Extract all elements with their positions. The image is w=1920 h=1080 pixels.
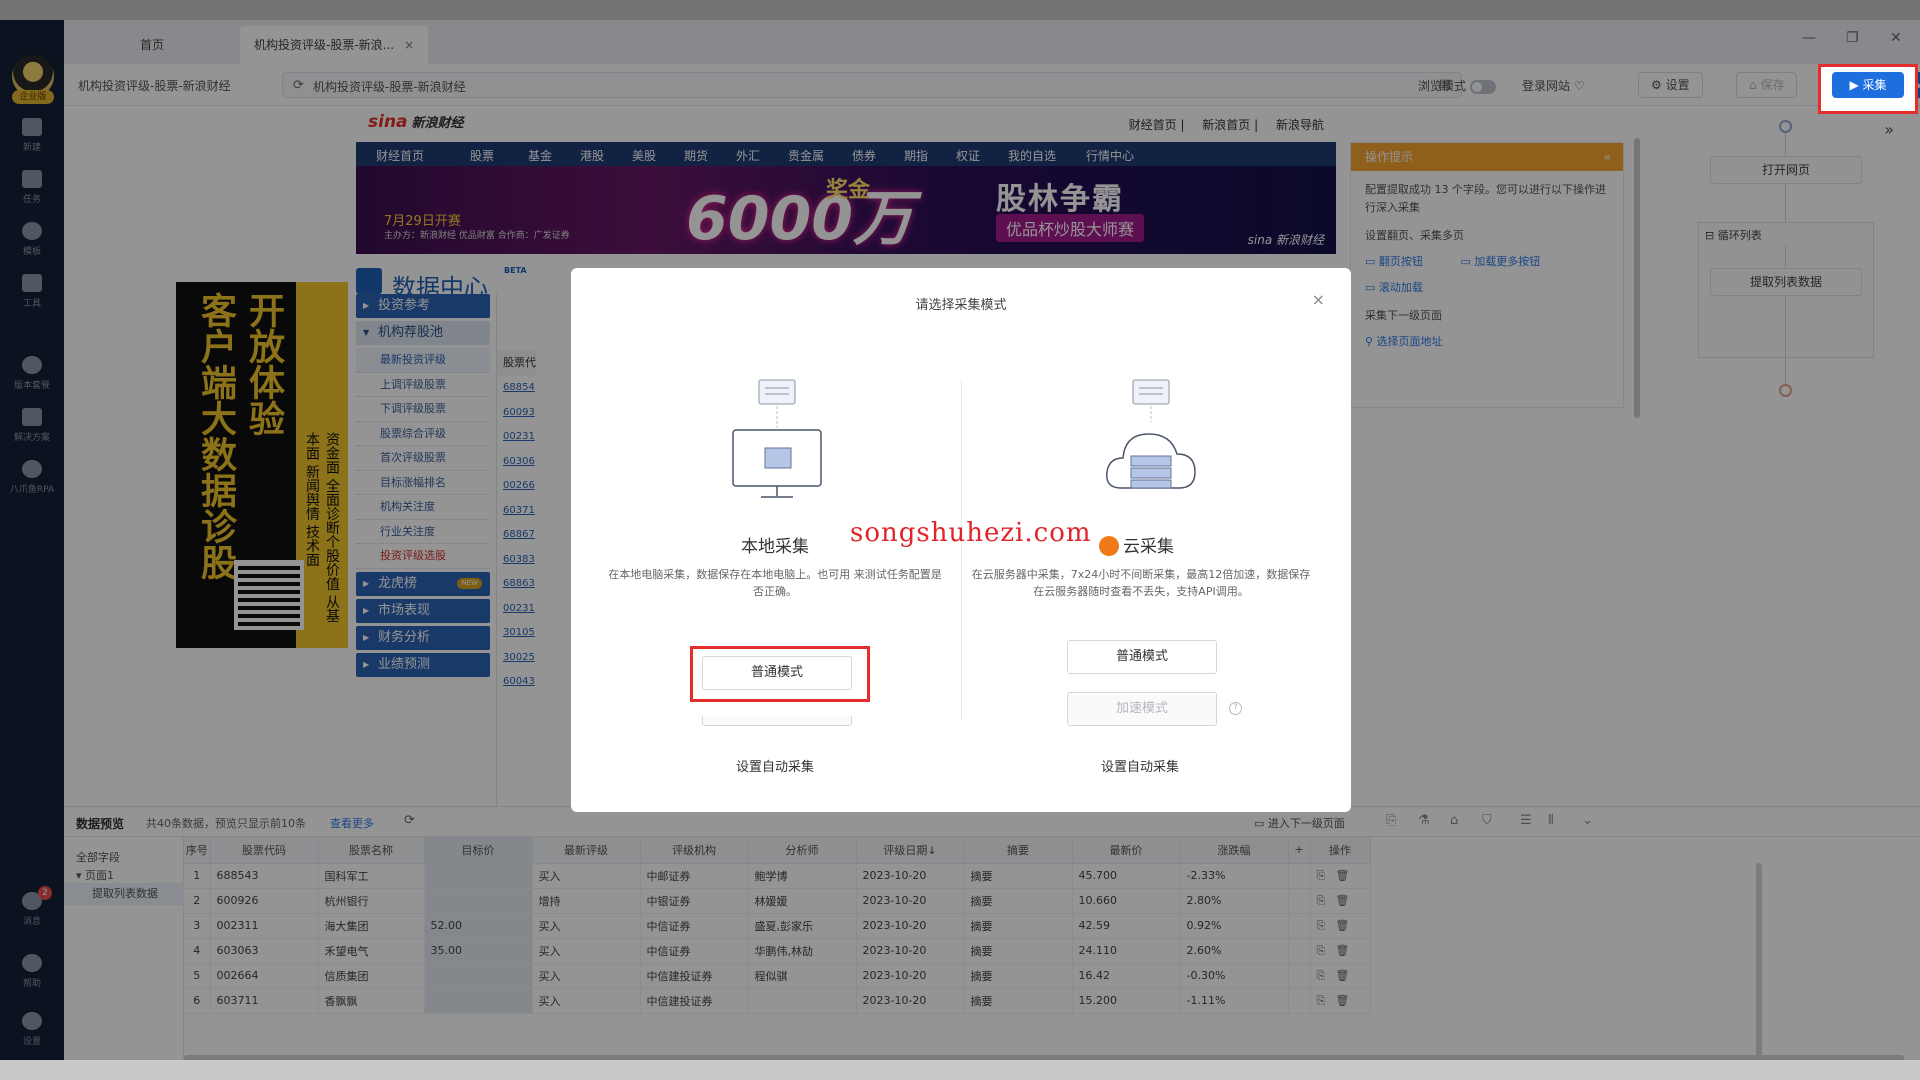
modal-overlay-top: [0, 0, 1920, 106]
local-computer-icon: [732, 379, 822, 498]
cloud-badge-icon: [1099, 536, 1119, 556]
screen: 企业版 新建 任务 模板 工具 版本套餐 解决方案 八爪鱼RPA 消息 2 帮助 …: [0, 0, 1920, 1080]
close-dialog-icon[interactable]: ×: [1312, 290, 1325, 309]
local-mode-title: 本地采集: [741, 537, 809, 557]
cloud-fast-mode-button[interactable]: 加速模式: [1067, 692, 1217, 726]
mode-divider: [961, 380, 962, 720]
cloud-mode-title: 云采集: [1099, 532, 1174, 557]
cloud-auto-collect-link[interactable]: 设置自动采集: [1101, 756, 1179, 775]
collect-highlight-box: [1818, 64, 1918, 114]
cloud-normal-mode-button[interactable]: 普通模式: [1067, 640, 1217, 674]
normal-mode-highlight-box: [690, 646, 870, 702]
local-auto-collect-link[interactable]: 设置自动采集: [736, 756, 814, 775]
help-icon[interactable]: ?: [1229, 702, 1242, 715]
watermark-text: songshuhezi.com: [850, 518, 1092, 548]
modal-overlay-side: [0, 106, 64, 1060]
dialog-title: 请选择采集模式: [915, 298, 1007, 313]
cloud-mode-desc: 在云服务器中采集，7x24小时不间断采集，最高12倍加速，数据保存在云服务器随时…: [971, 568, 1311, 598]
cloud-server-icon: [1106, 379, 1196, 489]
local-mode-desc: 在本地电脑采集，数据保存在本地电脑上。也可用 来测试任务配置是否正确。: [608, 568, 942, 598]
